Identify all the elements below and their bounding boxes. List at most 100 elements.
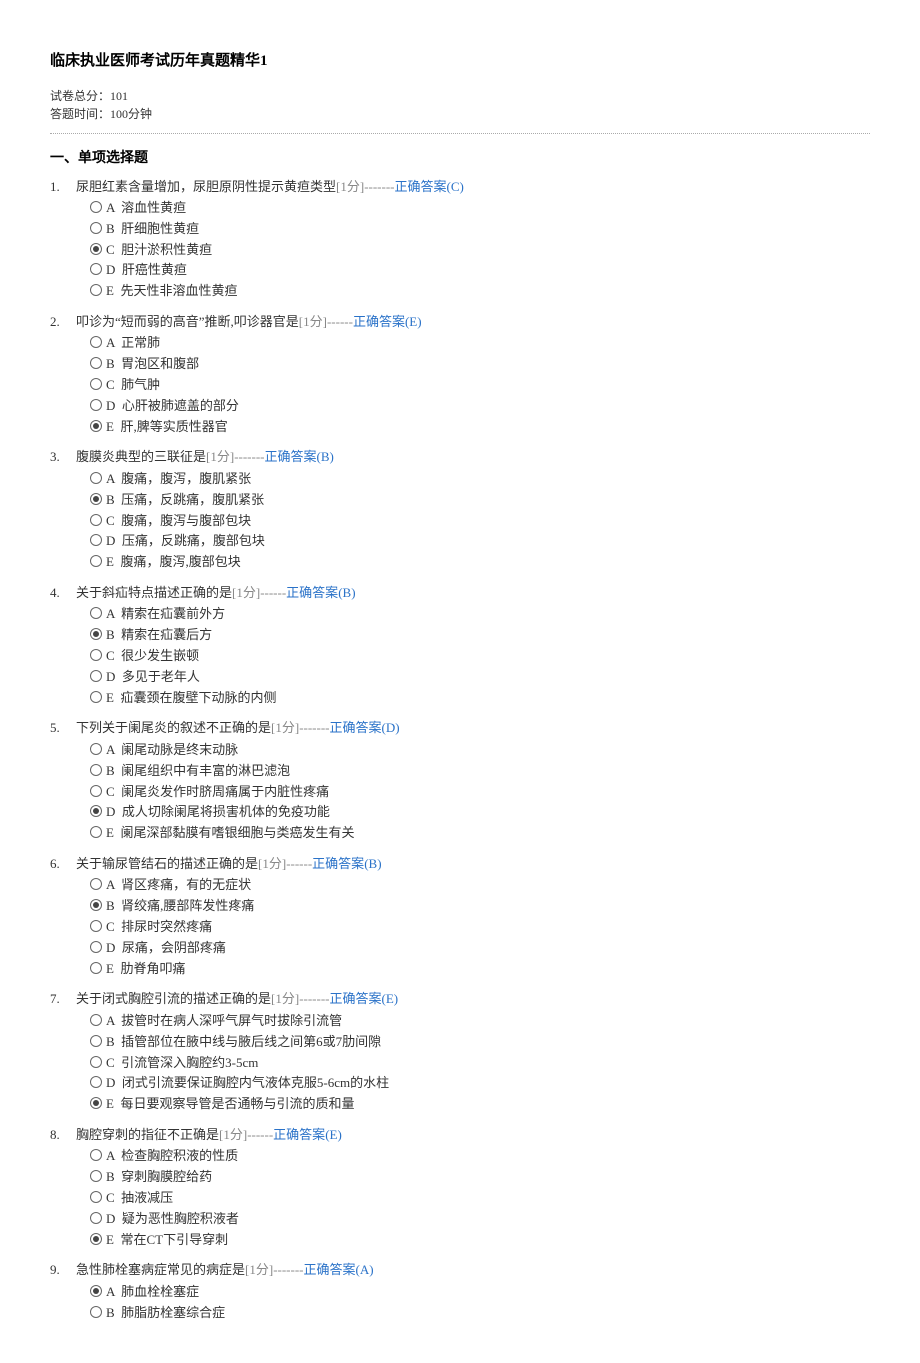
option-text: 肝,脾等实质性器官 (120, 419, 227, 434)
option-radio[interactable] (90, 1285, 102, 1297)
question-body: 胸腔穿刺的指征不正确是[1分]------正确答案(E)A 检查胸腔积液的性质B… (76, 1125, 870, 1250)
option-radio[interactable] (90, 1212, 102, 1224)
option-radio[interactable] (90, 826, 102, 838)
question-item: 4.关于斜疝特点描述正确的是[1分]------正确答案(B)A 精索在疝囊前外… (50, 583, 870, 708)
option-text: 精索在疝囊前外方 (121, 606, 225, 621)
option-radio[interactable] (90, 1056, 102, 1068)
option-letter: D (106, 1075, 115, 1090)
option-radio[interactable] (90, 743, 102, 755)
option-text: 肝癌性黄疸 (122, 262, 187, 277)
option-radio[interactable] (90, 378, 102, 390)
question-body: 关于输尿管结石的描述正确的是[1分]------正确答案(B)A 肾区疼痛，有的… (76, 854, 870, 979)
option-radio[interactable] (90, 941, 102, 953)
option-letter: A (106, 335, 115, 350)
option-radio[interactable] (90, 201, 102, 213)
option-item: B 胃泡区和腹部 (90, 354, 870, 375)
option-item: A 肺血栓栓塞症 (90, 1282, 870, 1303)
option-radio[interactable] (90, 1097, 102, 1109)
option-radio[interactable] (90, 805, 102, 817)
option-radio[interactable] (90, 920, 102, 932)
option-radio[interactable] (90, 670, 102, 682)
option-letter: B (106, 492, 115, 507)
option-item: B 阑尾组织中有丰富的淋巴滤泡 (90, 761, 870, 782)
option-item: E 常在CT下引导穿刺 (90, 1230, 870, 1251)
option-list: A 腹痛，腹泻，腹肌紧张B 压痛，反跳痛，腹肌紧张C 腹痛，腹泻与腹部包块D 压… (76, 469, 870, 573)
option-text: 肺脂肪栓塞综合症 (121, 1305, 225, 1320)
option-letter: D (106, 1211, 115, 1226)
option-radio[interactable] (90, 691, 102, 703)
option-letter: A (106, 200, 115, 215)
question-body: 叩诊为“短而弱的高音”推断,叩诊器官是[1分]------正确答案(E)A 正常… (76, 312, 870, 437)
option-radio[interactable] (90, 962, 102, 974)
option-radio[interactable] (90, 1170, 102, 1182)
option-radio[interactable] (90, 1149, 102, 1161)
option-list: A 肾区疼痛，有的无症状B 肾绞痛,腰部阵发性疼痛C 排尿时突然疼痛D 尿痛，会… (76, 875, 870, 979)
option-radio[interactable] (90, 263, 102, 275)
option-radio[interactable] (90, 878, 102, 890)
question-number: 6. (50, 854, 76, 979)
answer-prefix: 正确答案 (312, 856, 364, 871)
option-list: A 溶血性黄疸B 肝细胞性黄疸C 胆汁淤积性黄疸D 肝癌性黄疸E 先天性非溶血性… (76, 198, 870, 302)
question-score: [1分] (336, 179, 364, 194)
option-item: C 抽液减压 (90, 1188, 870, 1209)
option-radio[interactable] (90, 222, 102, 234)
question-dash: ------- (299, 991, 329, 1006)
question-answer: 正确答案(B) (286, 585, 355, 600)
answer-value: (B) (338, 585, 355, 600)
option-radio[interactable] (90, 607, 102, 619)
option-radio[interactable] (90, 764, 102, 776)
option-radio[interactable] (90, 420, 102, 432)
option-letter: D (106, 533, 115, 548)
question-item: 2.叩诊为“短而弱的高音”推断,叩诊器官是[1分]------正确答案(E)A … (50, 312, 870, 437)
question-score: [1分] (206, 449, 234, 464)
option-radio[interactable] (90, 785, 102, 797)
option-radio[interactable] (90, 1306, 102, 1318)
option-radio[interactable] (90, 1233, 102, 1245)
question-dash: ------ (260, 585, 286, 600)
question-score: [1分] (271, 720, 299, 735)
option-radio[interactable] (90, 534, 102, 546)
option-radio[interactable] (90, 555, 102, 567)
option-radio[interactable] (90, 357, 102, 369)
option-radio[interactable] (90, 336, 102, 348)
option-letter: B (106, 1034, 115, 1049)
option-radio[interactable] (90, 1014, 102, 1026)
question-item: 6.关于输尿管结石的描述正确的是[1分]------正确答案(B)A 肾区疼痛，… (50, 854, 870, 979)
question-stem: 叩诊为“短而弱的高音”推断,叩诊器官是 (76, 314, 299, 329)
option-radio[interactable] (90, 514, 102, 526)
option-radio[interactable] (90, 243, 102, 255)
question-answer: 正确答案(B) (265, 449, 334, 464)
option-letter: C (106, 1190, 115, 1205)
option-radio[interactable] (90, 399, 102, 411)
question-stem: 尿胆红素含量增加，尿胆原阴性提示黄疸类型 (76, 179, 336, 194)
option-radio[interactable] (90, 628, 102, 640)
question-number: 8. (50, 1125, 76, 1250)
option-item: E 疝囊颈在腹壁下动脉的内侧 (90, 688, 870, 709)
option-text: 阑尾炎发作时脐周痛属于内脏性疼痛 (121, 784, 329, 799)
option-item: B 肾绞痛,腰部阵发性疼痛 (90, 896, 870, 917)
option-radio[interactable] (90, 1035, 102, 1047)
option-radio[interactable] (90, 472, 102, 484)
option-radio[interactable] (90, 284, 102, 296)
question-stem-line: 尿胆红素含量增加，尿胆原阴性提示黄疸类型[1分]-------正确答案(C) (76, 177, 870, 197)
answer-value: (B) (364, 856, 381, 871)
option-text: 尿痛，会阴部疼痛 (122, 940, 226, 955)
option-radio[interactable] (90, 1191, 102, 1203)
option-list: A 拔管时在病人深呼气屏气时拔除引流管B 插管部位在腋中线与腋后线之间第6或7肋… (76, 1011, 870, 1115)
option-radio[interactable] (90, 649, 102, 661)
option-text: 精索在疝囊后方 (121, 627, 212, 642)
option-radio[interactable] (90, 493, 102, 505)
answer-value: (E) (382, 991, 399, 1006)
option-item: D 尿痛，会阴部疼痛 (90, 938, 870, 959)
answer-value: (E) (405, 314, 422, 329)
option-text: 胃泡区和腹部 (121, 356, 199, 371)
option-item: A 肾区疼痛，有的无症状 (90, 875, 870, 896)
question-answer: 正确答案(E) (353, 314, 422, 329)
option-text: 抽液减压 (121, 1190, 173, 1205)
question-number: 9. (50, 1260, 76, 1323)
question-stem: 关于输尿管结石的描述正确的是 (76, 856, 258, 871)
question-body: 腹膜炎典型的三联征是[1分]-------正确答案(B)A 腹痛，腹泻，腹肌紧张… (76, 447, 870, 572)
option-radio[interactable] (90, 899, 102, 911)
option-radio[interactable] (90, 1076, 102, 1088)
question-score: [1分] (232, 585, 260, 600)
